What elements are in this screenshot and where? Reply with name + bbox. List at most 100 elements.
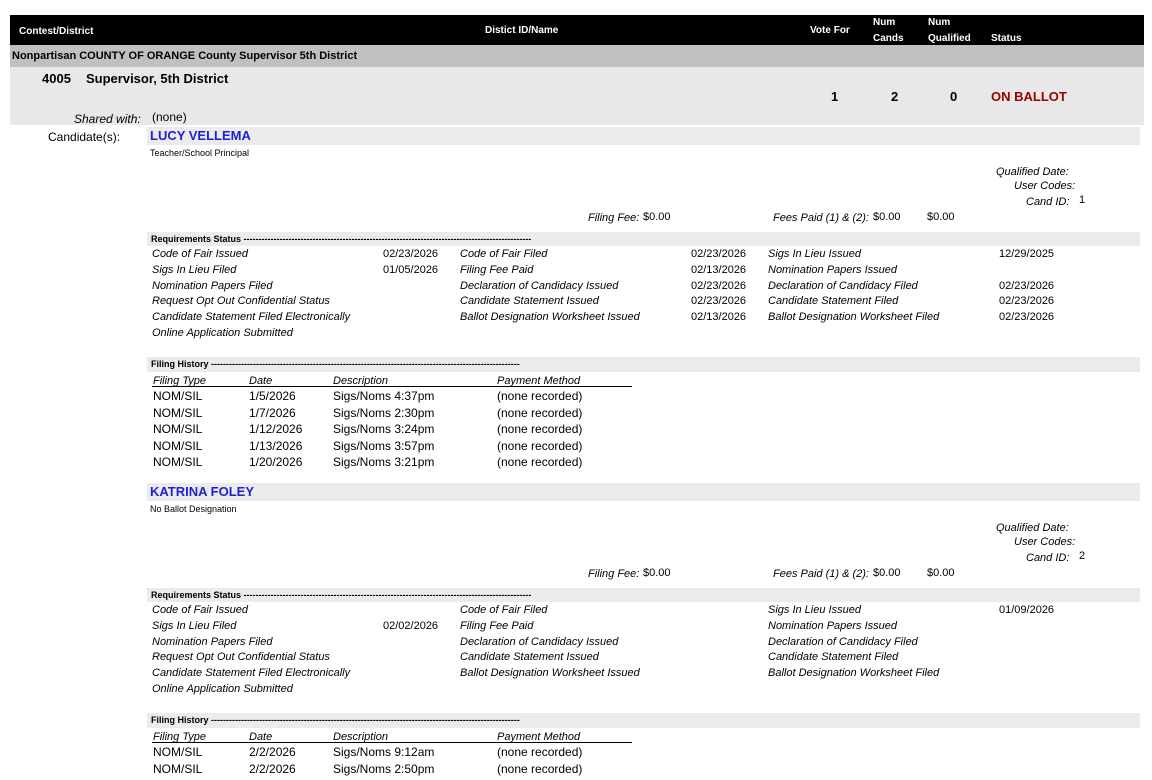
shared-with-value: (none): [152, 110, 187, 124]
cand-id-label: Cand ID:: [1026, 196, 1070, 208]
report-header: Contest/District Distict ID/Name Vote Fo…: [10, 15, 1144, 45]
filing-history-cell: Sigs/Noms 4:37pm: [333, 389, 435, 403]
fees-paid-label: Fees Paid (1) & (2):: [773, 212, 869, 224]
requirement-label: Declaration of Candidacy Issued: [460, 635, 619, 648]
requirement-label: Nomination Papers Filed: [152, 279, 273, 292]
requirement-label: Candidate Statement Issued: [460, 295, 599, 308]
fees-paid-1-value: $0.00: [873, 567, 901, 579]
header-contest-district: Contest/District: [19, 26, 94, 37]
header-status: Status: [991, 33, 1022, 44]
requirement-label: Nomination Papers Issued: [768, 619, 898, 632]
requirement-label: Candidate Statement Filed: [768, 295, 899, 308]
candidate-name-bar: KATRINA FOLEY: [147, 483, 1140, 501]
filing-history-cell: Sigs/Noms 2:50pm: [333, 761, 435, 776]
shared-with-label: Shared with:: [74, 112, 141, 126]
requirement-date: 02/23/2026: [999, 295, 1055, 308]
filing-history-cell: 1/20/2026: [249, 455, 303, 469]
filing-history-bar: Filing History -------------------------…: [147, 357, 1140, 372]
requirement-label: Candidate Statement Filed Electronically: [152, 667, 351, 680]
filing-history-header-rule: [152, 386, 632, 387]
requirement-label: Candidate Statement Issued: [460, 651, 599, 664]
candidate-designation: No Ballot Designation: [150, 504, 237, 514]
requirement-date: 02/13/2026: [691, 311, 747, 324]
qualified-date-label: Qualified Date:: [996, 522, 1069, 534]
cand-id-value: 2: [1079, 550, 1086, 562]
requirement-date: 02/23/2026: [691, 248, 747, 260]
requirement-label: Nomination Papers Filed: [152, 635, 273, 648]
filing-history-cell: (none recorded): [497, 389, 583, 403]
user-codes-label: User Codes:: [1014, 536, 1076, 548]
header-num-qualified-1: Num: [928, 17, 951, 28]
requirement-label: Request Opt Out Confidential Status: [152, 651, 330, 664]
requirement-label: Ballot Designation Worksheet Issued: [460, 667, 640, 680]
contest-status: ON BALLOT: [991, 89, 1067, 104]
requirement-date: 02/23/2026: [691, 279, 747, 292]
candidate-name: KATRINA FOLEY: [150, 484, 254, 499]
requirement-label: Online Application Submitted: [152, 327, 293, 339]
filing-history-cell: (none recorded): [497, 422, 583, 436]
header-vote-for: Vote For: [810, 25, 850, 36]
requirement-label: Request Opt Out Confidential Status: [152, 295, 330, 308]
requirement-date: 12/29/2025: [999, 248, 1055, 260]
candidate-name: LUCY VELLEMA: [150, 128, 251, 143]
filing-history-cell: Sigs/Noms 3:57pm: [333, 438, 435, 453]
requirement-label: Declaration of Candidacy Filed: [768, 635, 918, 648]
filing-history-cell: Sigs/Noms 9:12am: [333, 745, 435, 759]
filing-history-cell: (none recorded): [497, 405, 583, 420]
requirement-label: Declaration of Candidacy Filed: [768, 279, 918, 292]
requirement-label: Code of Fair Filed: [460, 248, 548, 260]
contest-name: Supervisor, 5th District: [86, 71, 229, 86]
fees-paid-label: Fees Paid (1) & (2):: [773, 568, 869, 580]
filing-fee-label: Filing Fee:: [588, 212, 640, 224]
filing-history-cell: (none recorded): [497, 438, 583, 453]
header-district-id-name: Distict ID/Name: [485, 25, 559, 36]
filing-history-cell: 1/7/2026: [249, 405, 296, 420]
candidate-designation: Teacher/School Principal: [150, 148, 250, 158]
requirement-date: 02/23/2026: [999, 311, 1055, 324]
filing-fee-value: $0.00: [643, 211, 671, 223]
filing-history-cell: NOM/SIL: [153, 422, 203, 436]
cand-id-value: 1: [1079, 194, 1086, 206]
fees-paid-2-value: $0.00: [927, 567, 955, 579]
fees-paid-1-value: $0.00: [873, 211, 901, 223]
filing-history-cell: Sigs/Noms 2:30pm: [333, 405, 435, 420]
filing-history-cell: Sigs/Noms 3:21pm: [333, 455, 435, 469]
requirement-label: Ballot Designation Worksheet Filed: [768, 667, 940, 680]
requirement-label: Code of Fair Filed: [460, 604, 548, 616]
requirement-label: Sigs In Lieu Filed: [152, 619, 237, 632]
requirement-label: Sigs In Lieu Issued: [768, 604, 861, 616]
requirement-label: Sigs In Lieu Issued: [768, 248, 861, 260]
contest-num-qualified: 0: [950, 89, 958, 104]
contest-title: Nonpartisan COUNTY OF ORANGE County Supe…: [12, 50, 358, 62]
requirement-label: Code of Fair Issued: [152, 604, 248, 616]
filing-history-cell: NOM/SIL: [153, 438, 203, 453]
requirements-status-bar: Requirements Status --------------------…: [147, 588, 1140, 602]
requirement-label: Candidate Statement Filed: [768, 651, 899, 664]
requirement-label: Ballot Designation Worksheet Issued: [460, 311, 640, 324]
requirement-label: Code of Fair Issued: [152, 248, 248, 260]
filing-history-cell: Sigs/Noms 3:24pm: [333, 422, 435, 436]
requirement-label: Nomination Papers Issued: [768, 263, 898, 276]
requirement-label: Filing Fee Paid: [460, 619, 534, 632]
header-num-qualified-2: Qualified: [928, 33, 971, 44]
user-codes-label: User Codes:: [1014, 180, 1076, 192]
candidates-label: Candidate(s):: [48, 130, 121, 144]
filing-history-title: Filing History -------------------------…: [151, 715, 520, 725]
requirement-date: 01/09/2026: [999, 604, 1055, 616]
requirement-label: Candidate Statement Filed Electronically: [152, 311, 351, 324]
requirement-date: 02/23/2026: [691, 295, 747, 308]
filing-history-cell: NOM/SIL: [153, 405, 203, 420]
filing-history-cell: NOM/SIL: [153, 455, 203, 469]
fees-paid-2-value: $0.00: [927, 211, 955, 223]
filing-history-cell: (none recorded): [497, 455, 583, 469]
filing-history-cell: 1/13/2026: [249, 438, 303, 453]
filing-history-title: Filing History -------------------------…: [151, 359, 520, 369]
requirement-label: Online Application Submitted: [152, 683, 293, 695]
filing-history-cell: 2/2/2026: [249, 745, 296, 759]
contest-num-cands: 2: [891, 89, 899, 104]
requirement-date: 01/05/2026: [383, 263, 439, 276]
filing-history-cell: NOM/SIL: [153, 761, 203, 776]
requirement-label: Sigs In Lieu Filed: [152, 263, 237, 276]
contest-number: 4005: [42, 71, 71, 86]
filing-fee-value: $0.00: [643, 567, 671, 579]
